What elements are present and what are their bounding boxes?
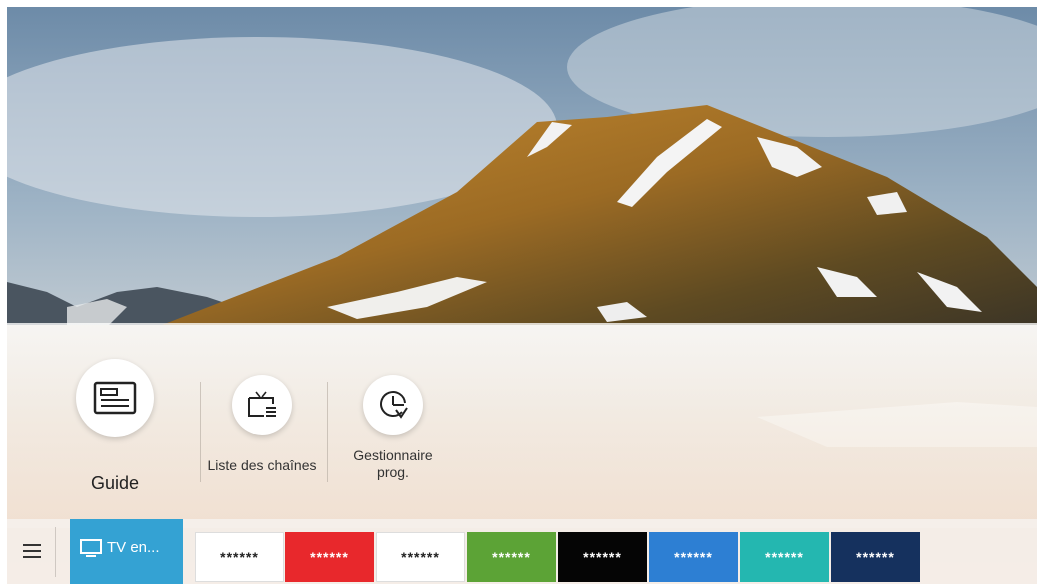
- app-tile[interactable]: ******: [740, 532, 829, 582]
- hamburger-icon: [23, 544, 41, 558]
- app-tile[interactable]: ******: [831, 532, 920, 582]
- menu-item-guide[interactable]: Guide: [73, 359, 157, 494]
- menu-overlay: [7, 323, 1037, 528]
- tv-screen: Guide Liste des chaînes Gestionnaire pro…: [7, 7, 1037, 584]
- channel-list-icon: [248, 391, 276, 417]
- schedule-manager-icon-circle: [363, 375, 423, 435]
- app-tile[interactable]: ******: [195, 532, 284, 582]
- menu-button[interactable]: [17, 536, 47, 566]
- menu-divider: [327, 382, 328, 482]
- app-tile-label: ******: [401, 549, 440, 565]
- app-tile[interactable]: ******: [558, 532, 647, 582]
- menu-item-schedule-manager[interactable]: Gestionnaire prog.: [337, 375, 449, 481]
- channel-list-icon-circle: [232, 375, 292, 435]
- app-tile[interactable]: ******: [467, 532, 556, 582]
- guide-icon: [93, 381, 137, 415]
- app-tile-label: ******: [765, 549, 804, 565]
- taskbar-separator: [55, 527, 56, 577]
- app-tile[interactable]: ******: [649, 532, 738, 582]
- app-tile[interactable]: ******: [285, 532, 374, 582]
- app-tile-label: ******: [492, 549, 531, 565]
- schedule-manager-icon: [380, 391, 408, 419]
- menu-item-label: Liste des chaînes: [207, 457, 317, 473]
- app-tile-label: ******: [856, 549, 895, 565]
- app-tile-label: ******: [583, 549, 622, 565]
- menu-item-label: Gestionnaire prog.: [353, 447, 433, 480]
- live-tv-label: TV en...: [107, 539, 160, 556]
- app-tile-label: ******: [310, 549, 349, 565]
- menu-item-label: Guide: [90, 473, 140, 493]
- app-tile-label: ******: [674, 549, 713, 565]
- app-tile-label: ******: [220, 549, 259, 565]
- live-tv-tile[interactable]: TV en...: [70, 519, 183, 584]
- guide-icon-circle: [76, 359, 154, 437]
- tv-icon: [80, 539, 102, 557]
- taskbar: TV en... ****** ****** ****** ****** ***…: [7, 519, 1037, 584]
- app-tile[interactable]: ******: [376, 532, 465, 582]
- menu-item-channel-list[interactable]: Liste des chaînes: [200, 375, 324, 473]
